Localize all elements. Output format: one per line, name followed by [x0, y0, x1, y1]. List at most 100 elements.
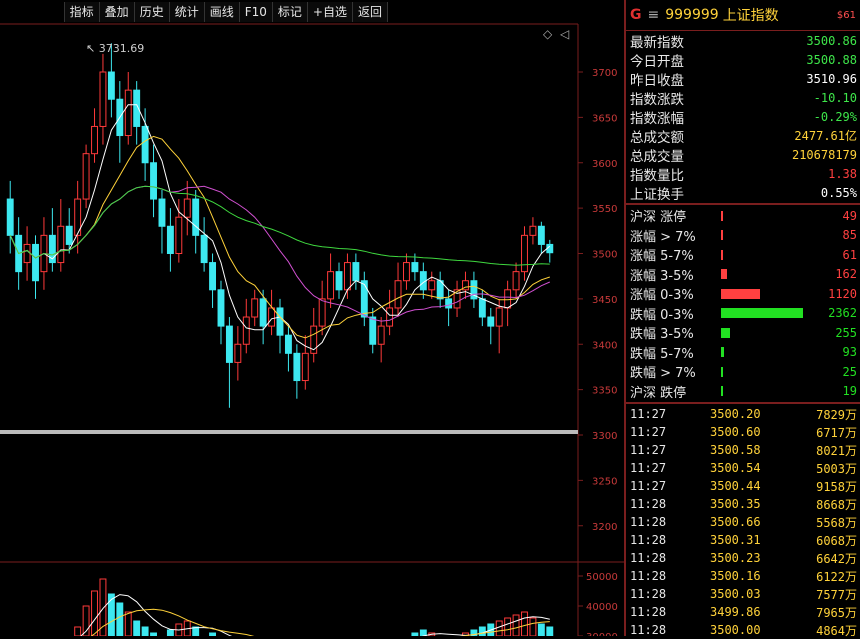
price-axis-label: 3350: [592, 386, 617, 397]
stat-row: 指数量比 1.38: [626, 164, 860, 184]
toolbar-button-6[interactable]: 标记: [272, 2, 308, 22]
toolbar-button-1[interactable]: 叠加: [99, 2, 135, 22]
candle-body: [487, 316, 495, 327]
stat-value: 210678179: [791, 147, 857, 162]
tick-volume: 8021万: [816, 443, 857, 458]
breadth-label: 涨幅 > 7%: [630, 229, 696, 245]
volume-bar: [529, 617, 537, 636]
breadth-bar-track: [718, 346, 807, 358]
candle-body: [6, 198, 14, 236]
candle-body: [318, 298, 326, 327]
toolbar-button-2[interactable]: 历史: [134, 2, 170, 22]
stat-row: 指数涨幅 -0.29%: [626, 107, 860, 127]
candle-body: [428, 280, 436, 291]
stat-value: 2477.61亿: [794, 129, 857, 143]
stat-row: 最新指数 3500.86: [626, 31, 860, 51]
index-tag: $61: [836, 9, 856, 21]
candle-body: [335, 271, 343, 291]
chart-arrow-icon: ◁: [559, 27, 569, 41]
candle-body: [259, 298, 267, 327]
candle-body: [504, 289, 512, 309]
breadth-bar: [721, 327, 731, 338]
candle-body: [175, 216, 183, 254]
candle-body: [343, 262, 351, 291]
candle-body: [394, 280, 402, 309]
toolbar-button-5[interactable]: F10: [239, 2, 273, 22]
stat-value: 3500.88: [806, 52, 857, 67]
tick-volume: 7829万: [816, 407, 857, 422]
tick-volume: 8668万: [816, 497, 857, 512]
candle-body: [225, 325, 233, 363]
tick-row: 11:28 3500.35 8668万: [626, 495, 860, 513]
breadth-label: 跌幅 > 7%: [630, 366, 696, 382]
tick-row: 11:28 3499.86 7965万: [626, 603, 860, 621]
breadth-value: 93: [842, 345, 857, 360]
stat-row: 上证换手 0.55%: [626, 183, 860, 203]
menu-icon[interactable]: ≡: [648, 7, 660, 23]
tick-price: 3500.44: [710, 479, 761, 493]
breadth-bar: [721, 366, 723, 377]
stat-row: 今日开盘 3500.88: [626, 50, 860, 70]
toolbar-button-7[interactable]: +自选: [307, 2, 353, 22]
tick-list[interactable]: 11:27 3500.20 7829万 11:27 3500.60 6717万 11:27 3…: [626, 405, 860, 639]
volume-bar: [521, 611, 528, 636]
tick-price: 3500.58: [710, 443, 761, 457]
candle-body: [360, 280, 368, 318]
price-axis-label: 3500: [592, 250, 617, 261]
breadth-bar: [721, 308, 803, 319]
volume-axis-label: 50000: [586, 572, 618, 583]
kline-chart-area[interactable]: 3700 3650 3600 3550 3500 3450 3400 3350 3300 3250…: [0, 0, 624, 636]
candle-body: [91, 125, 98, 155]
volume-bar: [141, 626, 149, 636]
divider: [626, 402, 860, 404]
breadth-bar-track: [718, 268, 807, 280]
tick-row: 11:28 3500.00 4864万: [626, 621, 860, 639]
candle-body: [352, 262, 360, 282]
toolbar-button-8[interactable]: 返回: [352, 2, 388, 22]
breadth-bar-track: [718, 210, 807, 222]
stat-row: 指数涨跌 -10.10: [626, 88, 860, 108]
price-axis-label: 3650: [592, 113, 617, 124]
toolbar-button-0[interactable]: 指标: [64, 2, 100, 22]
tick-time: 11:27: [630, 425, 667, 439]
tick-row: 11:28 3500.16 6122万: [626, 567, 860, 585]
tick-row: 11:28 3500.23 6642万: [626, 549, 860, 567]
breadth-bar-track: [718, 288, 807, 300]
volume-bar: [124, 611, 132, 636]
breadth-row: 涨幅 0-3% 1120: [626, 284, 860, 304]
tick-time: 11:28: [630, 551, 667, 565]
breadth-value: 85: [842, 228, 857, 243]
tick-time: 11:28: [630, 533, 667, 547]
tick-volume: 6122万: [816, 569, 857, 584]
breadth-bar-track: [718, 249, 807, 261]
chart-mode-icon: ◇: [543, 27, 553, 41]
toolbar-button-3[interactable]: 统计: [169, 2, 205, 22]
breadth-label: 涨幅 5-7%: [630, 249, 694, 265]
breadth-row: 涨幅 3-5% 162: [626, 265, 860, 285]
volume-axis-label: 40000: [586, 602, 618, 613]
candle-body: [209, 262, 217, 291]
candle-body: [65, 225, 73, 245]
price-axis-label: 3450: [592, 295, 617, 306]
candle-body: [32, 243, 39, 282]
candle-body: [445, 298, 453, 309]
tick-volume: 5568万: [816, 515, 857, 530]
candle-body: [57, 225, 65, 264]
candle-body: [369, 316, 377, 345]
volume-bar: [91, 590, 98, 636]
candle-body: [242, 316, 250, 345]
toolbar-button-4[interactable]: 画线: [204, 2, 240, 22]
price-axis-label: 3700: [592, 68, 617, 79]
tick-volume: 5003万: [816, 461, 857, 476]
kline-chart[interactable]: 3700 3650 3600 3550 3500 3450 3400 3350 3300 3250…: [0, 0, 624, 636]
tick-price: 3500.20: [710, 407, 761, 421]
breadth-row: 涨幅 5-7% 61: [626, 245, 860, 265]
tick-time: 11:27: [630, 479, 667, 493]
breadth-bar: [721, 386, 723, 397]
stat-value: -0.29%: [813, 109, 857, 124]
tick-time: 11:28: [630, 515, 667, 529]
candle-body: [301, 352, 309, 382]
ma60-line: [9, 185, 550, 266]
tick-row: 11:27 3500.20 7829万: [626, 405, 860, 423]
candle-body: [107, 71, 115, 100]
